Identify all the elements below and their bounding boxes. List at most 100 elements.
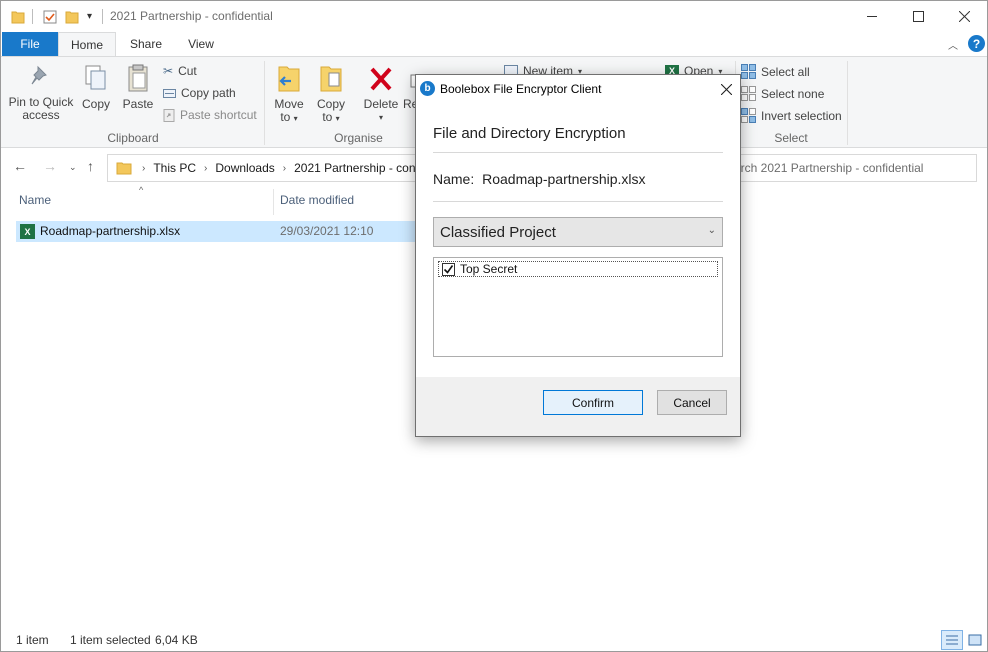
pin-icon — [31, 65, 47, 85]
new-folder-icon[interactable] — [65, 9, 79, 25]
column-header-date-modified[interactable]: Date modified — [280, 193, 354, 213]
minimize-icon — [866, 16, 877, 17]
breadcrumb-current-folder[interactable]: 2021 Partnership - confi — [294, 161, 421, 175]
paste-shortcut-icon — [163, 109, 175, 122]
copy-to-icon — [320, 66, 342, 92]
boolebox-logo-icon: b — [420, 81, 435, 96]
clipboard-group-label: Clipboard — [107, 131, 159, 145]
paste-shortcut-label: Paste shortcut — [180, 108, 257, 122]
chevron-down-icon: ⌄ — [707, 225, 716, 236]
title-separator — [102, 9, 103, 24]
confirm-button[interactable]: Confirm — [543, 390, 643, 415]
cancel-button[interactable]: Cancel — [657, 390, 727, 415]
up-arrow-icon[interactable]: ↑ — [87, 158, 94, 174]
copy-to-button[interactable]: Copy to ▾ — [313, 63, 349, 125]
cut-label: Cut — [178, 64, 197, 78]
select-all-label: Select all — [761, 64, 810, 79]
select-none-label: Select none — [761, 86, 825, 101]
invert-selection-icon — [741, 108, 756, 123]
excel-file-icon: X — [20, 224, 35, 239]
select-none-button[interactable]: Select none — [741, 86, 824, 101]
pin-label-line2: access — [22, 108, 60, 122]
paste-shortcut-button[interactable]: Paste shortcut — [163, 108, 257, 122]
copy-to-dropdown-icon: ▾ — [335, 114, 340, 123]
help-icon[interactable]: ? — [968, 35, 985, 52]
dialog-close-button[interactable] — [712, 77, 740, 101]
delete-button[interactable]: Delete ▾ — [361, 63, 401, 124]
title-bar: ▾ 2021 Partnership - confidential — [1, 1, 987, 32]
large-icons-view-button[interactable] — [965, 630, 985, 650]
copy-path-icon — [163, 88, 176, 98]
dialog-footer: Confirm Cancel — [416, 377, 740, 436]
security-level-list: Top Secret — [433, 257, 723, 357]
group-separator-3 — [847, 61, 848, 145]
status-bar: 1 item 1 item selected 6,04 KB — [1, 629, 987, 651]
maximize-button[interactable] — [895, 1, 941, 32]
move-to-label-2-row: to ▾ — [271, 111, 307, 125]
selected-size: 6,04 KB — [155, 633, 198, 647]
properties-icon[interactable] — [43, 9, 57, 25]
customize-toolbar-icon[interactable]: ▾ — [87, 11, 92, 27]
item-count: 1 item — [16, 633, 49, 647]
folder-icon — [11, 9, 25, 25]
minimize-button[interactable] — [849, 1, 895, 32]
tab-home[interactable]: Home — [58, 32, 116, 56]
column-separator[interactable] — [273, 189, 274, 215]
file-date-modified: 29/03/2021 12:10 — [280, 224, 374, 238]
paste-icon — [128, 64, 148, 92]
tab-share[interactable]: Share — [123, 32, 169, 56]
select-none-icon — [741, 86, 756, 101]
list-item[interactable]: Top Secret — [438, 261, 718, 277]
large-icons-view-icon — [968, 634, 982, 646]
ribbon-tabs: File Home Share View ︿ ? — [1, 32, 987, 56]
move-to-icon — [278, 66, 300, 92]
copy-to-label-2: to — [322, 110, 333, 124]
pin-to-quick-access-button[interactable]: Pin to Quick access — [5, 63, 77, 122]
folder-icon — [116, 162, 132, 175]
select-all-icon — [741, 64, 756, 79]
recent-locations-icon[interactable]: ⌄ — [69, 162, 77, 173]
chevron-right-icon: › — [142, 162, 146, 174]
invert-selection-button[interactable]: Invert selection — [741, 108, 842, 123]
scissors-icon: ✂ — [163, 64, 174, 78]
close-button[interactable] — [941, 1, 987, 32]
forward-arrow-icon[interactable]: → — [43, 158, 57, 174]
copy-button[interactable]: Copy — [79, 63, 113, 111]
file-name: Roadmap-partnership.xlsx — [40, 224, 181, 238]
dialog-title: Boolebox File Encryptor Client — [440, 82, 602, 96]
window-title: 2021 Partnership - confidential — [110, 9, 273, 23]
quick-access-separator — [32, 9, 33, 24]
back-arrow-icon[interactable]: ← — [13, 158, 27, 174]
group-separator — [264, 61, 265, 145]
classification-dropdown[interactable]: Classified Project ⌄ — [433, 217, 723, 247]
move-to-button[interactable]: Move to ▾ — [271, 63, 307, 125]
search-placeholder: arch 2021 Partnership - confidential — [734, 161, 924, 175]
search-box[interactable]: arch 2021 Partnership - confidential — [711, 154, 977, 182]
tab-view[interactable]: View — [179, 32, 223, 56]
column-header-name[interactable]: Name — [19, 193, 51, 213]
close-icon — [720, 83, 732, 95]
organise-group-label: Organise — [334, 131, 383, 145]
chevron-right-icon: › — [204, 162, 208, 174]
dialog-heading: File and Directory Encryption — [433, 125, 626, 142]
details-view-button[interactable] — [941, 630, 963, 650]
sort-ascending-icon: ^ — [139, 185, 144, 195]
delete-x-icon — [370, 67, 392, 91]
copy-icon — [85, 65, 106, 90]
classification-selected: Classified Project — [440, 223, 556, 241]
select-group-label: Select — [774, 131, 808, 145]
copy-to-label-2-row: to ▾ — [313, 111, 349, 125]
selected-count: 1 item selected — [70, 633, 151, 647]
copy-path-button[interactable]: Copy path — [163, 86, 236, 100]
breadcrumb-downloads[interactable]: Downloads — [215, 161, 274, 175]
paste-button[interactable]: Paste — [119, 63, 157, 111]
table-row[interactable]: X Roadmap-partnership.xlsx 29/03/2021 12… — [16, 221, 416, 242]
select-all-button[interactable]: Select all — [741, 64, 810, 79]
ribbon-expand-icon[interactable]: ︿ — [948, 37, 958, 52]
cut-button[interactable]: ✂ Cut — [163, 64, 197, 78]
name-label: Name: — [433, 171, 475, 187]
move-to-label-2: to — [280, 110, 291, 124]
breadcrumb-this-pc[interactable]: This PC — [153, 161, 196, 175]
checkbox[interactable] — [442, 262, 455, 276]
tab-file[interactable]: File — [2, 32, 58, 56]
